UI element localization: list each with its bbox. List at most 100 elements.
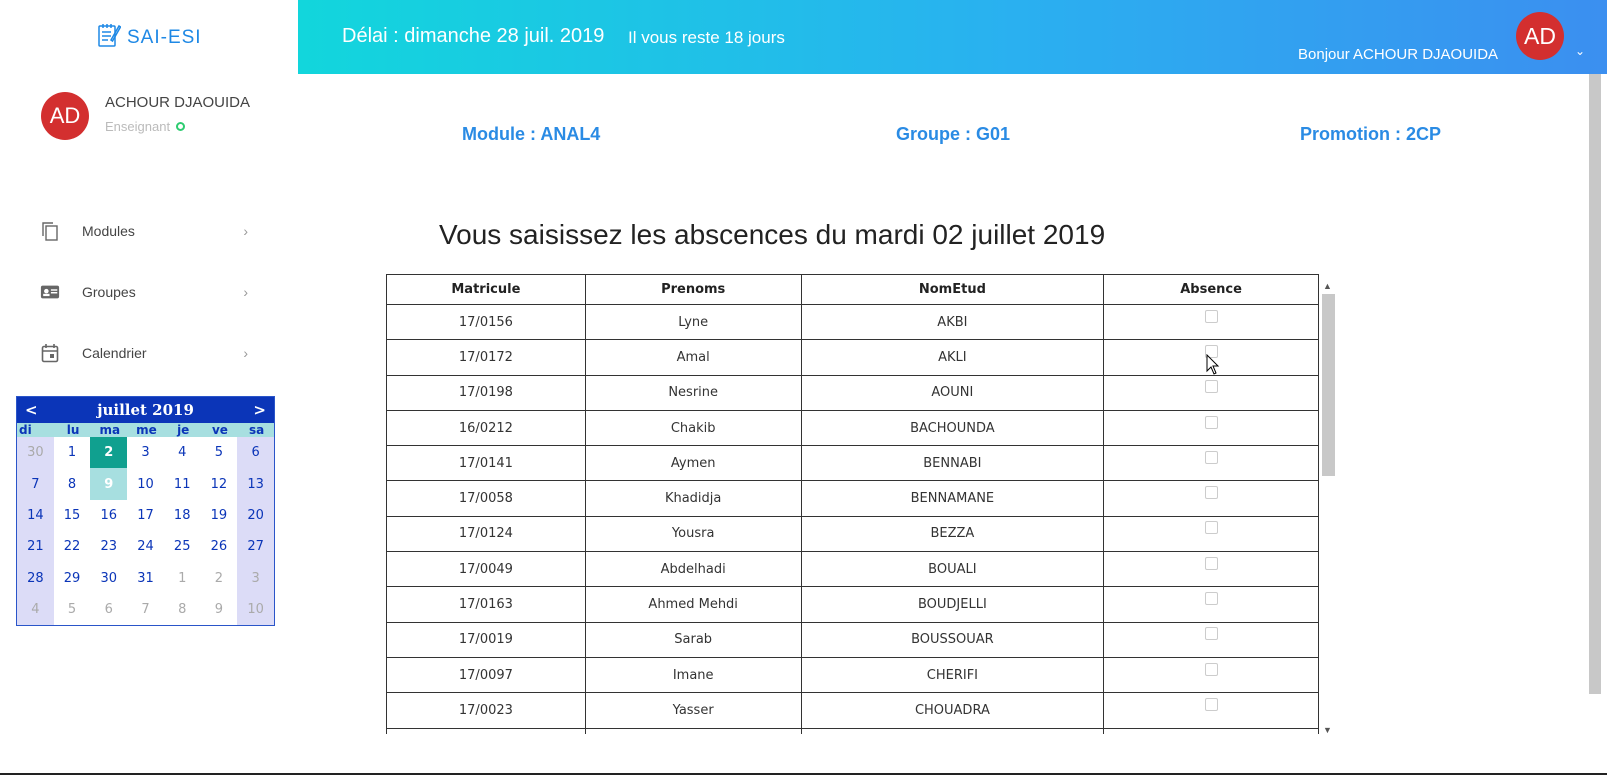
cell-prenom: Ahmed Mehdi [584,586,802,623]
calendar-weekday: di [19,423,32,437]
calendar-day[interactable]: 3 [127,437,164,468]
calendar-day[interactable]: 1 [164,563,201,594]
calendar-day[interactable]: 8 [54,468,91,499]
scrollbar-thumb[interactable] [1322,294,1335,476]
calendar-day[interactable]: 16 [90,500,127,531]
calendar-day[interactable]: 30 [17,437,54,469]
table-scrollbar[interactable]: ▲ ▼ [1320,281,1336,735]
calendar-day[interactable]: 4 [17,593,54,626]
calendar-day[interactable]: 13 [237,468,274,500]
cell-prenom: Yasser [584,692,802,729]
calendar-weekday: lu [66,423,80,437]
brand-logo[interactable]: SAI-ESI [97,22,202,54]
page-title: Vous saisissez les abscences du mardi 02… [439,219,1106,250]
table-row: 17/0058 Khadidja BENNAMANE [386,480,1319,517]
calendar-day[interactable]: 1 [54,437,91,468]
calendar-prev-button[interactable]: < [21,401,42,419]
calendar-day[interactable]: 10 [237,593,274,626]
table-row: 17/0198 Nesrine AOUNI [386,374,1319,411]
calendar-days: 30 1 2 3 4 5 6 7 8 9 10 11 12 13 14 15 16 17 18 19 20 21 22 23 2… [17,437,274,626]
absence-checkbox[interactable] [1204,309,1218,323]
chevron-down-icon[interactable]: ⌄ [1575,44,1585,58]
module-info: Module : ANAL4 [462,124,601,144]
calendar-day[interactable]: 9 [90,468,128,500]
absence-checkbox[interactable] [1204,697,1218,711]
calendar-day[interactable]: 11 [164,468,201,499]
calendar-day[interactable]: 26 [201,531,238,562]
sidebar-nav: Modules › Groupes › Calendrier › [0,200,298,383]
calendar-day[interactable]: 18 [164,500,201,531]
calendar-day[interactable]: 19 [201,500,238,531]
calendar-day[interactable]: 5 [54,594,91,625]
calendar-day[interactable]: 3 [237,562,274,594]
calendar-day[interactable]: 25 [164,531,201,562]
calendar-day[interactable]: 22 [54,531,91,562]
calendar-day[interactable]: 17 [127,500,164,531]
calendar-day[interactable]: 30 [90,563,127,594]
cell-absence [1103,621,1319,658]
calendar-weekday: je [177,423,190,437]
absence-checkbox[interactable] [1204,450,1218,464]
calendar-next-button[interactable]: > [249,401,270,419]
cell-nom: BENNABI [800,445,1105,482]
calendar-day[interactable]: 9 [201,594,238,625]
cell-nom: AKBI [800,303,1105,341]
cell-nom: BENNAMANE [800,480,1105,517]
cell-prenom: Nesrine [584,374,802,411]
calendar-day[interactable]: 7 [17,468,54,500]
calendar-day[interactable]: 31 [127,563,164,594]
absence-checkbox[interactable] [1204,662,1218,676]
calendar-day[interactable]: 20 [237,499,274,532]
calendar-day[interactable]: 29 [54,563,91,594]
absence-checkbox[interactable] [1204,592,1218,606]
column-header-prenoms: Prenoms [584,274,802,305]
calendar-day[interactable]: 14 [17,499,54,532]
calendar-day[interactable]: 27 [237,531,274,563]
calendar-day[interactable]: 2 [90,437,128,469]
calendar-day[interactable]: 23 [90,531,127,562]
absence-table-container[interactable]: Matricule Prenoms NomEtud Absence 17/015… [386,274,1319,734]
cell-matricule: 17/0198 [386,374,586,411]
copy-icon [40,221,60,241]
calendar-day[interactable]: 2 [201,563,238,594]
cell-absence [1103,374,1319,411]
calendar-day[interactable]: 28 [17,562,54,594]
page-scrollbar-thumb[interactable] [1589,74,1601,694]
calendar-day[interactable]: 8 [164,594,201,625]
calendar-day[interactable]: 7 [127,594,164,625]
cell-absence [1103,480,1319,517]
calendar-day[interactable]: 21 [17,531,54,563]
table-row: 17/0172 Amal AKLI [386,339,1319,376]
absence-checkbox[interactable] [1204,415,1218,429]
calendar-day[interactable]: 12 [201,468,238,499]
cell-matricule: 17/0124 [386,515,586,553]
scroll-up-icon[interactable]: ▲ [1323,281,1332,291]
absence-checkbox[interactable] [1204,556,1218,570]
calendar-day[interactable]: 6 [90,594,127,625]
absence-checkbox[interactable] [1204,380,1218,394]
sidebar-item-calendrier[interactable]: Calendrier › [0,322,298,383]
calendar-day[interactable]: 5 [201,437,238,468]
sidebar-item-groupes[interactable]: Groupes › [0,261,298,322]
cell-absence [1103,303,1319,341]
sidebar-item-label: Modules [82,222,135,239]
notepad-icon [97,22,122,54]
avatar[interactable]: AD [1516,12,1564,60]
calendar-day[interactable]: 4 [164,437,201,468]
table-row: 17/0124 Yousra BEZZA [386,515,1319,553]
absence-checkbox[interactable] [1204,521,1218,535]
calendar-day[interactable]: 24 [127,531,164,562]
calendar-day[interactable]: 10 [127,468,164,499]
scroll-down-icon[interactable]: ▼ [1323,725,1332,735]
cell-nom: BOUALI [800,551,1105,588]
absence-checkbox[interactable] [1204,486,1218,500]
cell-matricule: 17/0141 [386,445,586,482]
absence-checkbox[interactable] [1204,627,1218,641]
calendar-day[interactable]: 15 [54,500,91,531]
cell-matricule: 17/0058 [386,480,586,517]
calendar-day[interactable]: 6 [237,437,274,469]
cell-absence [1103,727,1319,734]
brand-name: SAI-ESI [127,27,202,48]
sidebar-item-modules[interactable]: Modules › [0,200,298,261]
cell-absence [1103,409,1319,447]
